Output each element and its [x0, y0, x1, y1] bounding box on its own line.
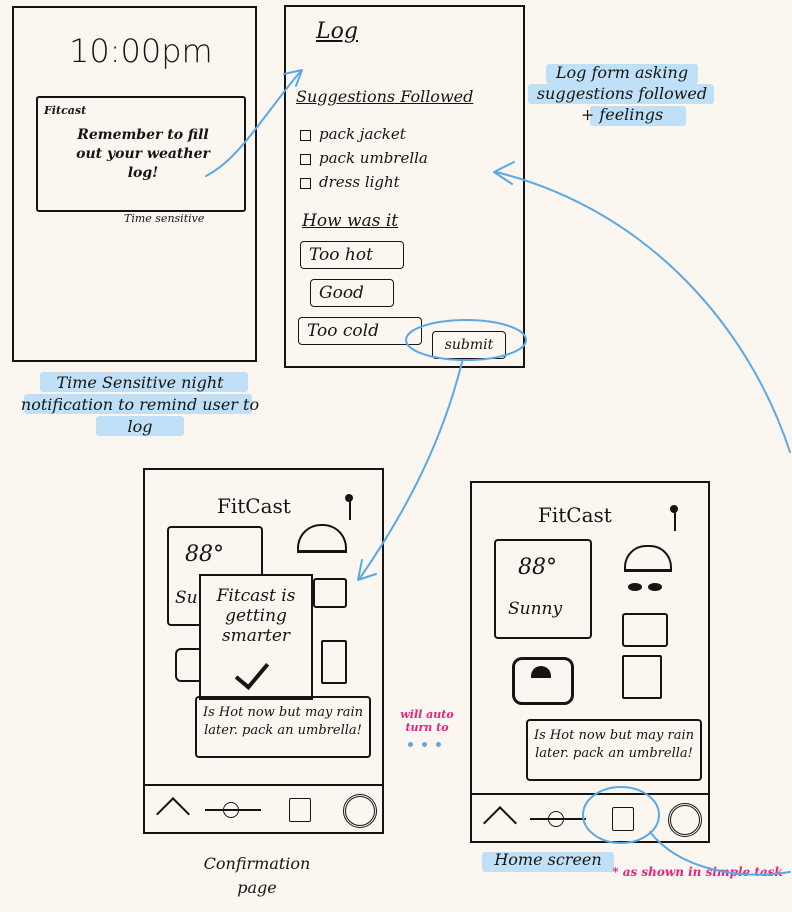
arrow-submit-to-confirmation — [359, 361, 463, 579]
arrow-notification-to-log — [205, 71, 301, 177]
flow-arrows — [205, 69, 791, 876]
submit-highlight-circle — [405, 319, 527, 361]
arrow-home-to-log — [495, 171, 791, 453]
log-icon-highlight-circle — [582, 786, 660, 844]
